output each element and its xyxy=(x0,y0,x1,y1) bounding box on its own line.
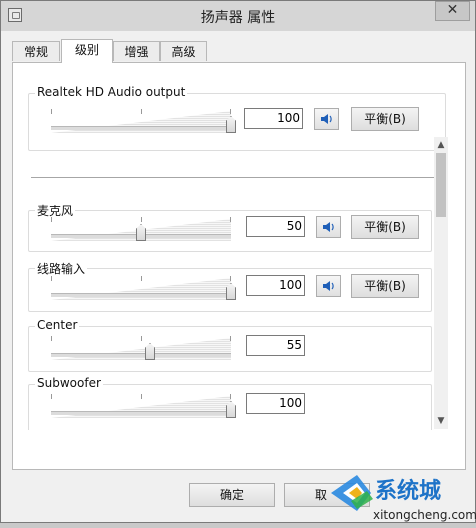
channel-group: 线路输入 100 平衡(B) xyxy=(28,260,432,312)
center-volume-value[interactable]: 55 xyxy=(246,335,305,356)
scroll-up-arrow-icon[interactable]: ▲ xyxy=(434,137,448,153)
tab-general[interactable]: 常规 xyxy=(12,41,60,61)
channel-list[interactable]: 麦克风 50 平衡(B) 线路输入 100 平衡(B) Center 55 Su… xyxy=(17,138,449,430)
master-device-label: Realtek HD Audio output xyxy=(35,85,188,99)
center-slider-thumb[interactable] xyxy=(145,343,155,360)
tab-advanced[interactable]: 高级 xyxy=(160,41,207,61)
center-volume-slider[interactable] xyxy=(51,334,231,360)
subwoofer-volume-value[interactable]: 100 xyxy=(246,393,305,414)
microphone-mute-button[interactable] xyxy=(316,216,341,238)
channel-label: Center xyxy=(35,318,80,332)
watermark: 系统城 xitongcheng.com xyxy=(331,467,476,524)
line-in-mute-button[interactable] xyxy=(316,275,341,297)
line-in-volume-value[interactable]: 100 xyxy=(246,275,305,296)
ok-button[interactable]: 确定 xyxy=(189,483,275,507)
channel-group: Center 55 xyxy=(28,318,432,372)
channel-group: 麦克风 50 平衡(B) xyxy=(28,202,432,252)
close-button[interactable]: ✕ xyxy=(435,1,470,21)
microphone-volume-slider[interactable] xyxy=(51,215,231,241)
channel-group: Subwoofer 100 xyxy=(28,376,432,430)
xitongcheng-logo: 系统城 xitongcheng.com xyxy=(331,475,476,522)
line-in-volume-slider[interactable] xyxy=(51,274,236,300)
microphone-slider-thumb[interactable] xyxy=(136,224,146,241)
speaker-icon xyxy=(323,281,334,291)
tab-levels[interactable]: 级别 xyxy=(61,39,113,63)
tab-enhancements[interactable]: 增强 xyxy=(113,41,160,61)
scrollbar-thumb[interactable] xyxy=(436,153,446,217)
channel-label: Subwoofer xyxy=(35,376,103,390)
speaker-icon xyxy=(323,222,334,232)
master-volume-slider[interactable] xyxy=(51,107,236,133)
svg-text:xitongcheng.com: xitongcheng.com xyxy=(373,508,476,522)
window-title: 扬声器 属性 xyxy=(200,10,276,26)
subwoofer-volume-slider[interactable] xyxy=(51,392,236,418)
master-mute-button[interactable] xyxy=(314,108,339,130)
master-volume-value[interactable]: 100 xyxy=(244,108,303,129)
master-balance-button[interactable]: 平衡(B) xyxy=(351,107,419,131)
title-bar: 扬声器 属性 ✕ xyxy=(1,1,475,31)
channel-list-scrollbar[interactable]: ▲ ▼ xyxy=(434,137,448,429)
microphone-balance-button[interactable]: 平衡(B) xyxy=(351,215,419,239)
microphone-volume-value[interactable]: 50 xyxy=(246,216,305,237)
speaker-properties-window: 扬声器 属性 ✕ 常规 级别 增强 高级 Realtek HD Audio ou… xyxy=(0,0,476,523)
svg-text:系统城: 系统城 xyxy=(375,478,441,504)
scroll-down-arrow-icon[interactable]: ▼ xyxy=(434,413,448,429)
speaker-icon xyxy=(321,114,332,124)
line-in-balance-button[interactable]: 平衡(B) xyxy=(351,274,419,298)
